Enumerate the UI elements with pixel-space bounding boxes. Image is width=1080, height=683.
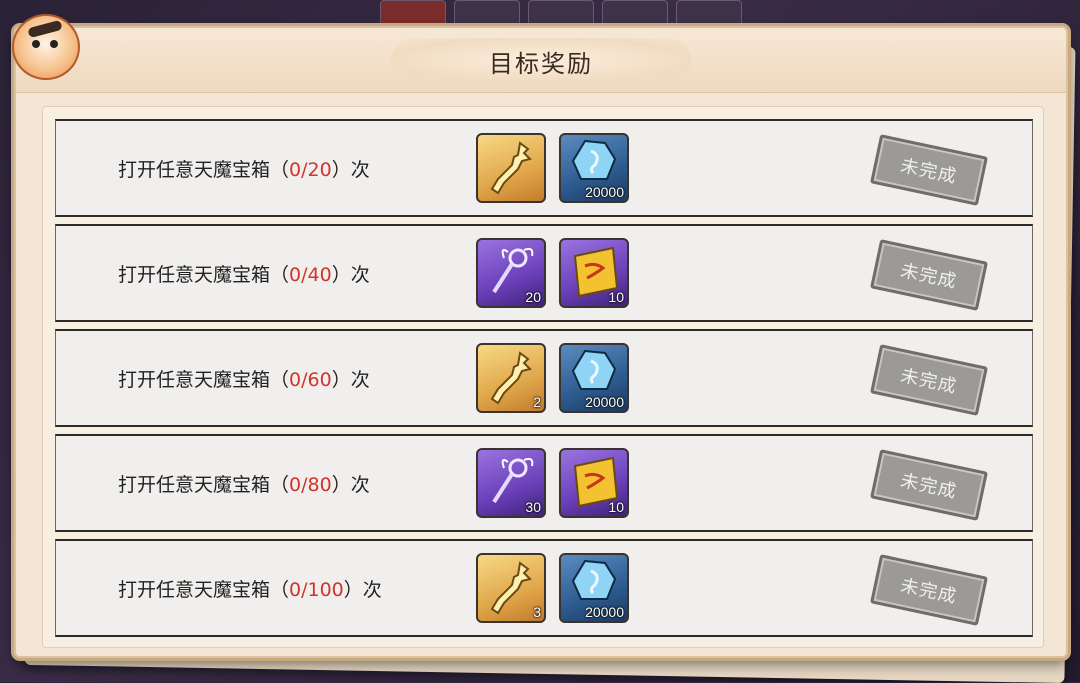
gold-key-icon[interactable] [476,133,546,203]
gold-key-icon[interactable]: 3 [476,553,546,623]
task-progress-count: 0/60 [289,369,332,391]
incomplete-stamp: 未完成 [870,239,988,311]
task-description: 打开任意天魔宝箱（0/60）次 [118,365,370,392]
task-description: 打开任意天魔宝箱（0/40）次 [118,260,370,287]
scroll-ticket-icon[interactable]: 10 [559,448,629,518]
reward-quantity: 20 [525,289,541,305]
task-prefix: 打开任意天魔宝箱（ [118,369,290,391]
task-row: 打开任意天魔宝箱（0/80）次 30 10 未完成 [55,434,1033,532]
cat-mascot-icon [12,14,80,80]
reward-quantity: 3 [533,604,541,620]
task-description: 打开任意天魔宝箱（0/100）次 [118,575,382,602]
incomplete-stamp: 未完成 [870,554,988,626]
task-suffix: ）次 [331,264,370,286]
task-progress-count: 0/20 [289,159,332,181]
task-suffix: ）次 [331,159,370,181]
task-suffix: ）次 [343,579,382,601]
incomplete-stamp: 未完成 [870,449,988,521]
purple-key-icon[interactable]: 20 [476,238,546,308]
hud-chip [676,0,742,28]
blue-crystal-icon[interactable]: 20000 [559,343,629,413]
blue-crystal-icon[interactable]: 20000 [559,133,629,203]
incomplete-stamp: 未完成 [870,344,988,416]
task-row: 打开任意天魔宝箱（0/40）次 20 10 未完成 [55,224,1033,322]
task-row: 打开任意天魔宝箱（0/20）次 20000 未完成 [55,119,1033,217]
blue-crystal-icon[interactable]: 20000 [559,553,629,623]
hud-chip [528,0,594,28]
task-row: 打开任意天魔宝箱（0/100）次 3 20000 未完成 [55,539,1033,637]
reward-quantity: 2 [533,394,541,410]
task-prefix: 打开任意天魔宝箱（ [118,474,290,496]
hud-chip [454,0,520,28]
task-prefix: 打开任意天魔宝箱（ [118,579,290,601]
task-row: 打开任意天魔宝箱（0/60）次 2 20000 未完成 [55,329,1033,427]
task-progress-count: 0/40 [289,264,332,286]
task-prefix: 打开任意天魔宝箱（ [118,264,290,286]
reward-quantity: 20000 [585,394,624,410]
gold-key-icon[interactable]: 2 [476,343,546,413]
reward-quantity: 20000 [585,184,624,200]
reward-quantity: 30 [525,499,541,515]
task-description: 打开任意天魔宝箱（0/80）次 [118,470,370,497]
reward-dialog: 目标奖励 打开任意天魔宝箱（0/20）次 20000 未完成 打开任意天魔宝箱（0/4… [12,14,1068,658]
scroll-ticket-icon[interactable]: 10 [559,238,629,308]
task-description: 打开任意天魔宝箱（0/20）次 [118,155,370,182]
dialog-title: 目标奖励 [489,50,593,78]
purple-key-icon[interactable]: 30 [476,448,546,518]
reward-quantity: 20000 [585,604,624,620]
task-progress-count: 0/80 [289,474,332,496]
task-list[interactable]: 打开任意天魔宝箱（0/20）次 20000 未完成 打开任意天魔宝箱（0/40）次 20… [42,106,1044,648]
hud-chip [602,0,668,28]
dialog-header: 目标奖励 [16,28,1066,93]
task-progress-count: 0/100 [289,579,344,601]
task-prefix: 打开任意天魔宝箱（ [118,159,290,181]
reward-quantity: 10 [608,499,624,515]
hud-chip [380,0,446,28]
reward-quantity: 10 [608,289,624,305]
task-suffix: ）次 [331,369,370,391]
task-suffix: ）次 [331,474,370,496]
incomplete-stamp: 未完成 [870,134,988,206]
